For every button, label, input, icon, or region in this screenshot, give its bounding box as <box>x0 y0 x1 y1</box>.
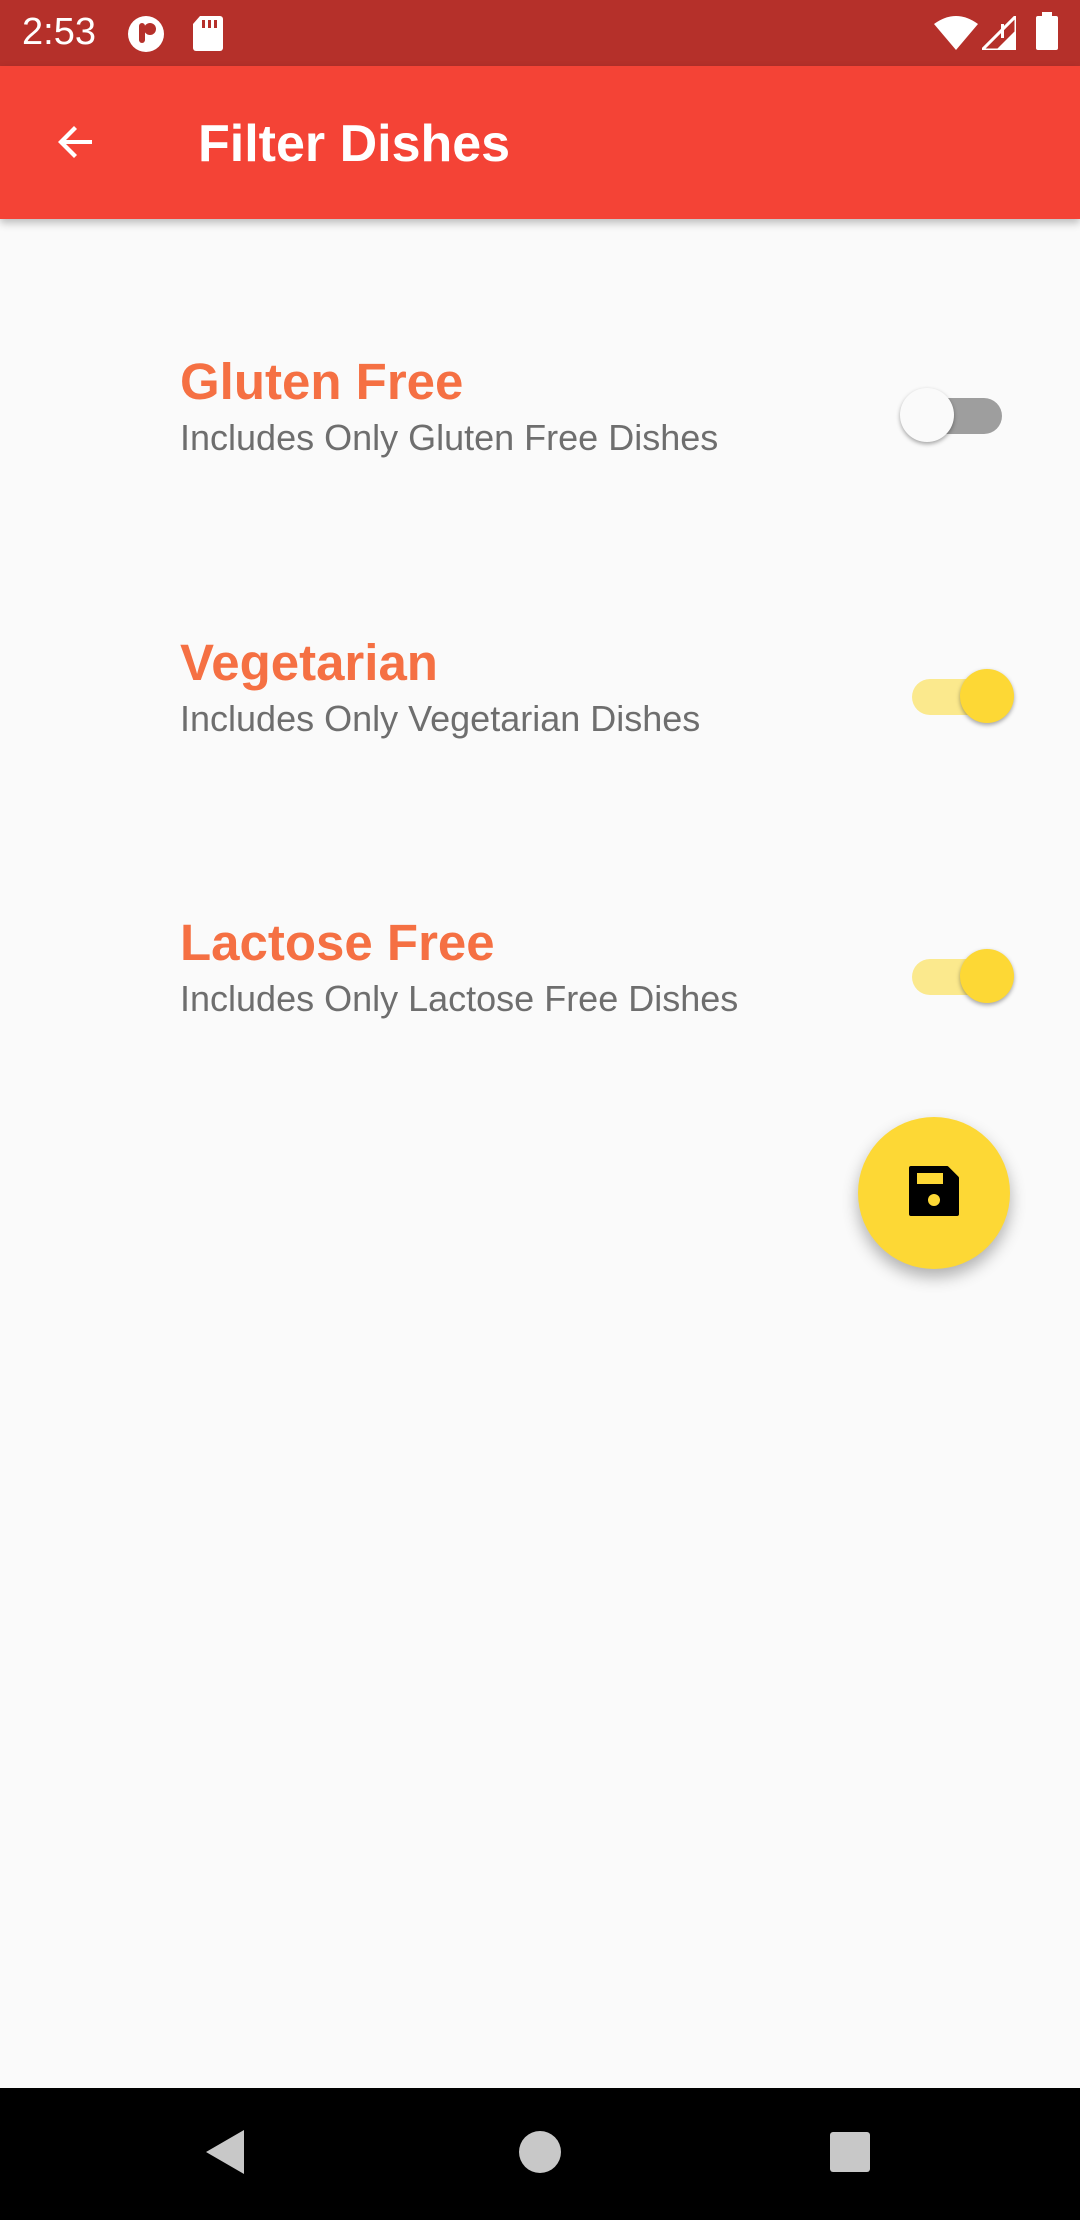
gluten-free-switch[interactable] <box>900 382 1014 442</box>
back-button[interactable] <box>36 104 116 184</box>
filter-subtitle: Includes Only Vegetarian Dishes <box>180 698 701 739</box>
filter-row-vegetarian: Vegetarian Includes Only Vegetarian Dish… <box>0 633 1080 833</box>
save-icon <box>907 1164 961 1223</box>
nav-recents-button[interactable] <box>820 2124 880 2184</box>
lactose-free-switch[interactable] <box>900 943 1014 1003</box>
signal-icon <box>978 12 1018 55</box>
battery-icon <box>1036 12 1058 55</box>
switch-thumb <box>960 669 1014 723</box>
nav-home-button[interactable] <box>510 2124 570 2184</box>
switch-thumb <box>900 388 954 442</box>
filter-title: Vegetarian <box>180 634 438 691</box>
save-button[interactable] <box>858 1117 1010 1269</box>
nav-back-button[interactable] <box>196 2124 256 2184</box>
filter-title: Gluten Free <box>180 353 464 410</box>
filter-subtitle: Includes Only Lactose Free Dishes <box>180 978 739 1019</box>
sd-card-icon <box>192 14 224 57</box>
page-title: Filter Dishes <box>198 115 511 173</box>
filter-title: Lactose Free <box>180 914 495 971</box>
notification-app-icon <box>126 14 166 59</box>
home-circle-icon <box>518 2130 562 2179</box>
arrow-back-icon <box>52 118 100 171</box>
switch-thumb <box>960 949 1014 1003</box>
vegetarian-switch[interactable] <box>900 663 1014 723</box>
filter-subtitle: Includes Only Gluten Free Dishes <box>180 417 719 458</box>
wifi-icon <box>934 16 978 55</box>
system-nav-bar <box>0 2088 1080 2220</box>
filter-row-gluten-free: Gluten Free Includes Only Gluten Free Di… <box>0 352 1080 552</box>
status-time: 2:53 <box>22 11 96 53</box>
status-bar: 2:53 <box>0 0 1080 66</box>
filter-row-lactose-free: Lactose Free Includes Only Lactose Free … <box>0 913 1080 1113</box>
recents-square-icon <box>829 2131 871 2178</box>
app-bar: Filter Dishes <box>0 66 1080 219</box>
back-triangle-icon <box>204 2128 248 2181</box>
